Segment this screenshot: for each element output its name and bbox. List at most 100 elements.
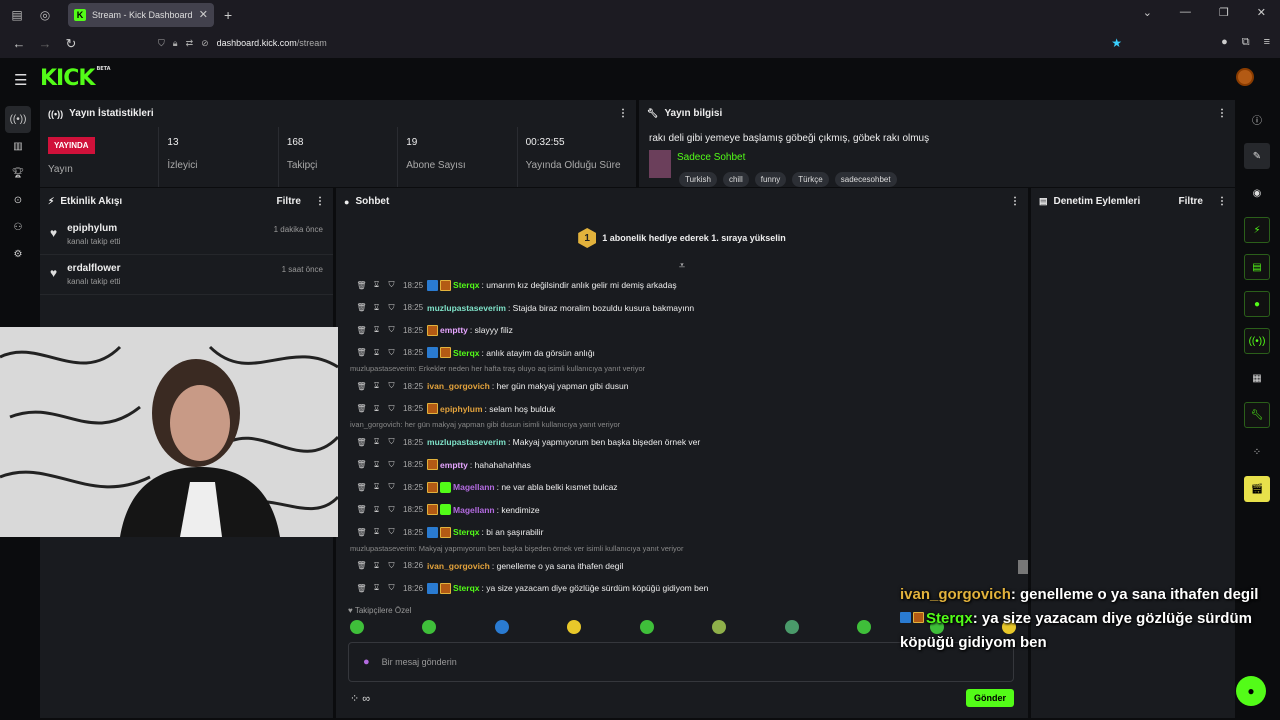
kick-logo[interactable]: KICK BETA xyxy=(40,66,111,91)
info-circle-icon[interactable]: ⓘ xyxy=(1244,106,1270,132)
infinity-icon[interactable]: ∞ xyxy=(362,693,370,705)
lightning-icon[interactable]: ⚡︎ xyxy=(1244,217,1270,243)
message-username[interactable]: muzlupastaseverim xyxy=(427,437,506,447)
emote[interactable] xyxy=(639,620,654,634)
event-user[interactable]: epiphylum xyxy=(67,223,120,234)
message-username[interactable]: emptty xyxy=(440,460,468,470)
stream-icon[interactable]: ((•)) xyxy=(5,106,31,133)
ban-icon[interactable]: ⛉ xyxy=(384,325,399,335)
more-options-icon[interactable]: ⋮ xyxy=(618,108,628,119)
pencil-icon[interactable]: ✎ xyxy=(1244,143,1270,169)
timeout-icon[interactable]: ⌛︎ xyxy=(369,583,384,593)
permissions-icon[interactable]: ⇄ xyxy=(186,38,194,49)
sub-gift-banner[interactable]: 1 1 abonelik hediye ederek 1. sıraya yük… xyxy=(336,215,1028,261)
filter-button[interactable]: Filtre xyxy=(1179,196,1203,207)
timeout-icon[interactable]: ⌛︎ xyxy=(369,280,384,290)
close-window-icon[interactable]: ✕ xyxy=(1257,6,1266,19)
ban-icon[interactable]: ⛉ xyxy=(384,303,399,313)
bookmark-star-icon[interactable]: ★ xyxy=(1111,36,1122,50)
trash-icon[interactable]: 🗑︎ xyxy=(354,404,369,413)
scrollbar[interactable] xyxy=(1018,560,1028,574)
timeout-icon[interactable]: ⌛︎ xyxy=(369,437,384,447)
timeout-icon[interactable]: ⌛︎ xyxy=(369,381,384,391)
hamburger-menu-icon[interactable]: ☰ xyxy=(14,71,27,89)
ban-icon[interactable]: ⛉ xyxy=(384,404,399,414)
emote[interactable] xyxy=(567,620,582,634)
message-username[interactable]: Magellann xyxy=(453,505,495,515)
timeout-icon[interactable]: ⌛︎ xyxy=(369,460,384,470)
message-username[interactable]: ivan_gorgovich xyxy=(427,561,490,571)
no-tracking-icon[interactable]: ⊘ xyxy=(201,38,209,49)
timeout-icon[interactable]: ⌛︎ xyxy=(369,303,384,313)
shield-icon[interactable]: ⛉ xyxy=(158,38,165,49)
message-username[interactable]: Sterqx xyxy=(453,348,479,358)
emote[interactable] xyxy=(712,620,727,634)
emote[interactable] xyxy=(350,620,364,634)
info-icon[interactable]: ● xyxy=(1221,36,1228,49)
minimize-icon[interactable]: — xyxy=(1180,6,1191,19)
avatar[interactable] xyxy=(1236,68,1254,86)
message-username[interactable]: muzlupastaseverim xyxy=(427,303,506,313)
emote[interactable] xyxy=(784,620,799,634)
trash-icon[interactable]: 🗑︎ xyxy=(354,438,369,447)
trash-icon[interactable]: 🗑︎ xyxy=(354,505,369,514)
trash-icon[interactable]: 🗑︎ xyxy=(354,561,369,570)
nodes-icon[interactable]: ⁘ xyxy=(1244,439,1270,465)
ban-icon[interactable]: ⛉ xyxy=(384,482,399,492)
clapperboard-icon[interactable]: 🎬︎ xyxy=(1244,476,1270,502)
settings-gear-icon[interactable]: ⚙ xyxy=(5,241,31,268)
more-options-icon[interactable]: ⋮ xyxy=(1217,108,1227,119)
timeout-icon[interactable]: ⌛︎ xyxy=(369,527,384,537)
more-options-icon[interactable]: ⋮ xyxy=(1217,196,1227,207)
message-username[interactable]: Magellann xyxy=(453,482,495,492)
ban-icon[interactable]: ⛉ xyxy=(384,583,399,593)
more-options-icon[interactable]: ⋮ xyxy=(315,196,325,207)
forward-icon[interactable]: → xyxy=(34,36,56,51)
extensions-icon[interactable]: ⧉ xyxy=(1242,36,1250,49)
trash-icon[interactable]: 🗑︎ xyxy=(354,326,369,335)
trash-icon[interactable]: 🗑︎ xyxy=(354,382,369,391)
emote[interactable] xyxy=(494,620,509,634)
back-icon[interactable]: ← xyxy=(8,36,30,51)
ban-icon[interactable]: ⛉ xyxy=(384,505,399,515)
moderation-icon[interactable]: ⊙ xyxy=(5,187,31,214)
browser-tab-active[interactable]: K Stream - Kick Dashboard ✕ xyxy=(68,2,214,27)
tag[interactable]: sadecesohbet xyxy=(834,172,897,187)
restore-icon[interactable]: ❐ xyxy=(1219,6,1229,19)
ban-icon[interactable]: ⛉ xyxy=(384,561,399,571)
more-options-icon[interactable]: ⋮ xyxy=(1010,196,1020,207)
message-username[interactable]: emptty xyxy=(440,325,468,335)
chat-message-list[interactable]: 🗑︎ ⌛︎ ⛉ 18:25 Sterqx: umarım kız değilsindir… xyxy=(336,274,1026,604)
message-username[interactable]: ivan_gorgovich xyxy=(427,381,490,391)
layers-icon[interactable]: ▦ xyxy=(1244,365,1270,391)
pinned-toggle-icon[interactable]: ⩡ xyxy=(336,261,1028,273)
nodes-icon[interactable]: ⁘ xyxy=(350,693,359,705)
tag[interactable]: funny xyxy=(754,172,787,187)
broadcast-icon[interactable]: ((•)) xyxy=(1244,328,1270,354)
reload-icon[interactable]: ↻ xyxy=(60,36,82,52)
timeout-icon[interactable]: ⌛︎ xyxy=(369,325,384,335)
timeout-icon[interactable]: ⌛︎ xyxy=(369,482,384,492)
trash-icon[interactable]: 🗑︎ xyxy=(354,483,369,492)
ban-icon[interactable]: ⛉ xyxy=(384,381,399,391)
send-button[interactable]: Gönder xyxy=(966,689,1014,707)
emote[interactable] xyxy=(857,620,872,634)
event-user[interactable]: erdalflower xyxy=(67,263,120,274)
menu-icon[interactable]: ≡ xyxy=(1264,36,1270,49)
extensions-tab-icon[interactable]: ◎ xyxy=(34,4,56,26)
timeout-icon[interactable]: ⌛︎ xyxy=(369,348,384,358)
microphone-icon[interactable]: ● xyxy=(363,656,370,668)
tab-list-icon[interactable]: ▤ xyxy=(6,4,28,26)
chevron-down-icon[interactable]: ⌄ xyxy=(1143,6,1152,19)
trash-icon[interactable]: 🗑︎ xyxy=(354,303,369,312)
trophy-icon[interactable]: 🏆︎ xyxy=(5,160,31,187)
ban-icon[interactable]: ⛉ xyxy=(384,437,399,447)
timeout-icon[interactable]: ⌛︎ xyxy=(369,561,384,571)
camera-icon[interactable]: ◉ xyxy=(1244,180,1270,206)
category-name[interactable]: Sadece Sohbet xyxy=(677,152,745,163)
tag[interactable]: Turkish xyxy=(679,172,717,187)
timeout-icon[interactable]: ⌛︎ xyxy=(369,404,384,414)
tag[interactable]: Türkçe xyxy=(792,172,829,187)
document-icon[interactable]: ▤ xyxy=(1244,254,1270,280)
tag[interactable]: chill xyxy=(722,172,749,187)
